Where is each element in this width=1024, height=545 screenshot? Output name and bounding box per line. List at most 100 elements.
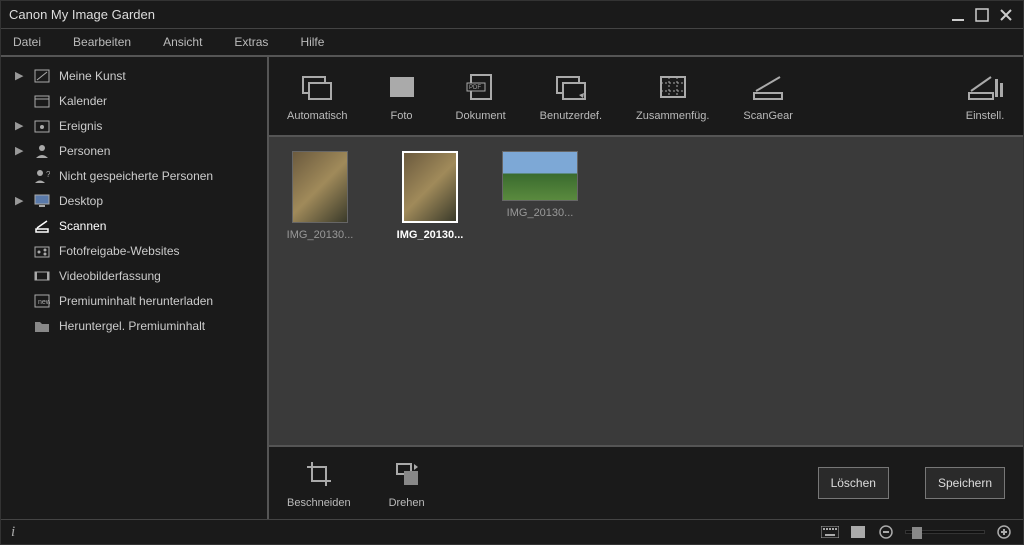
expand-arrow-icon: ▶ — [15, 119, 25, 132]
statusbar: i — [1, 519, 1023, 544]
sidebar-item-label: Videobilderfassung — [59, 269, 261, 283]
crop-button[interactable]: Beschneiden — [287, 457, 351, 509]
sidebar-item-label: Heruntergel. Premiuminhalt — [59, 319, 261, 333]
sidebar-item-person[interactable]: ▶ Personen — [1, 138, 267, 163]
menu-extras[interactable]: Extras — [230, 31, 272, 53]
thumbnail[interactable]: IMG_20130... — [279, 151, 361, 241]
folder-icon — [33, 318, 51, 334]
close-icon[interactable] — [997, 8, 1015, 22]
sidebar-item-download[interactable]: new Premiuminhalt herunterladen — [1, 288, 267, 313]
delete-button[interactable]: Löschen — [818, 467, 889, 499]
zoom-in-icon[interactable] — [995, 525, 1013, 539]
desktop-icon — [33, 193, 51, 209]
menubar: Datei Bearbeiten Ansicht Extras Hilfe — [1, 29, 1023, 57]
expand-arrow-icon: ▶ — [15, 194, 25, 207]
sidebar-item-video[interactable]: Videobilderfassung — [1, 263, 267, 288]
expand-arrow-icon: ▶ — [15, 69, 25, 82]
video-icon — [33, 268, 51, 284]
download-icon: new — [33, 293, 51, 309]
auto-icon — [297, 70, 337, 104]
crop-label: Beschneiden — [287, 497, 351, 509]
thumbnail-label: IMG_20130... — [507, 207, 574, 219]
tb-label: Automatisch — [287, 110, 348, 122]
menu-hilfe[interactable]: Hilfe — [296, 31, 328, 53]
auto-button[interactable]: Automatisch — [287, 70, 348, 122]
scangear-button[interactable]: ScanGear — [743, 70, 793, 122]
menu-ansicht[interactable]: Ansicht — [159, 31, 206, 53]
tb-label: ScanGear — [743, 110, 793, 122]
custom-button[interactable]: Benutzerdef. — [540, 70, 602, 122]
rotate-button[interactable]: Drehen — [387, 457, 427, 509]
maximize-icon[interactable] — [973, 8, 991, 22]
sidebar: ▶ Meine Kunst Kalender ▶ Ereignis ▶ Personen? N… — [1, 57, 269, 519]
sidebar-item-person-unknown[interactable]: ? Nicht gespeicherte Personen — [1, 163, 267, 188]
pdf-icon: PDF — [461, 70, 501, 104]
sidebar-item-label: Kalender — [59, 94, 261, 108]
svg-text:new: new — [38, 299, 50, 306]
rotate-icon — [387, 457, 427, 491]
pdf-button[interactable]: PDF Dokument — [456, 70, 506, 122]
photo-button[interactable]: Foto — [382, 70, 422, 122]
sidebar-item-label: Meine Kunst — [59, 69, 261, 83]
sidebar-item-label: Desktop — [59, 194, 261, 208]
thumbnail[interactable]: IMG_20130... — [499, 151, 581, 219]
sidebar-item-label: Scannen — [59, 219, 261, 233]
toolbar-top: Automatisch Foto PDF Dokument Benutzerdef. Zu… — [269, 57, 1023, 137]
scanner-icon — [33, 218, 51, 234]
sidebar-item-label: Personen — [59, 144, 261, 158]
stitch-icon — [653, 70, 693, 104]
menu-datei[interactable]: Datei — [9, 31, 45, 53]
sidebar-item-label: Ereignis — [59, 119, 261, 133]
svg-text:?: ? — [46, 170, 50, 179]
sidebar-item-scanner[interactable]: Scannen — [1, 213, 267, 238]
svg-text:PDF: PDF — [469, 85, 481, 91]
thumbnail-label: IMG_20130... — [287, 229, 354, 241]
settings-icon — [965, 70, 1005, 104]
expand-arrow-icon: ▶ — [15, 144, 25, 157]
zoom-out-icon[interactable] — [877, 525, 895, 539]
settings-button[interactable]: Einstell. — [965, 70, 1005, 122]
scangear-icon — [748, 70, 788, 104]
thumbnail-image — [402, 151, 458, 223]
info-icon[interactable]: i — [11, 524, 15, 541]
rotate-label: Drehen — [389, 497, 425, 509]
tb-label: Foto — [391, 110, 413, 122]
thumbnail-label: IMG_20130... — [397, 229, 464, 241]
save-button[interactable]: Speichern — [925, 467, 1005, 499]
sidebar-item-event[interactable]: ▶ Ereignis — [1, 113, 267, 138]
tb-label: Dokument — [456, 110, 506, 122]
content: Automatisch Foto PDF Dokument Benutzerdef. Zu… — [269, 57, 1023, 519]
custom-icon — [551, 70, 591, 104]
tb-label: Zusammenfüg. — [636, 110, 709, 122]
minimize-icon[interactable] — [949, 8, 967, 22]
tb-label: Benutzerdef. — [540, 110, 602, 122]
toolbar-bottom: Beschneiden Drehen Löschen Speichern — [269, 445, 1023, 519]
sidebar-item-calendar[interactable]: Kalender — [1, 88, 267, 113]
calendar-icon — [33, 93, 51, 109]
sidebar-item-desktop[interactable]: ▶ Desktop — [1, 188, 267, 213]
zoom-slider[interactable] — [905, 530, 985, 534]
keyboard-icon[interactable] — [821, 525, 839, 539]
sidebar-item-share[interactable]: Fotofreigabe-Websites — [1, 238, 267, 263]
sidebar-item-label: Fotofreigabe-Websites — [59, 244, 261, 258]
window-title: Canon My Image Garden — [9, 7, 943, 22]
thumbnail-image — [502, 151, 578, 201]
titlebar: Canon My Image Garden — [1, 1, 1023, 29]
palette-icon — [33, 68, 51, 84]
menu-bearbeiten[interactable]: Bearbeiten — [69, 31, 135, 53]
stitch-button[interactable]: Zusammenfüg. — [636, 70, 709, 122]
sidebar-item-palette[interactable]: ▶ Meine Kunst — [1, 63, 267, 88]
photo-icon — [382, 70, 422, 104]
thumbnail[interactable]: IMG_20130... — [389, 151, 471, 241]
person-unknown-icon: ? — [33, 168, 51, 184]
sidebar-item-label: Nicht gespeicherte Personen — [59, 169, 261, 183]
sidebar-item-label: Premiuminhalt herunterladen — [59, 294, 261, 308]
thumbnail-image — [292, 151, 348, 223]
sidebar-item-folder[interactable]: Heruntergel. Premiuminhalt — [1, 313, 267, 338]
thumbnail-area[interactable]: IMG_20130... IMG_20130... IMG_20130... — [269, 137, 1023, 445]
crop-icon — [299, 457, 339, 491]
tb-label: Einstell. — [966, 110, 1005, 122]
event-icon — [33, 118, 51, 134]
grid-icon[interactable] — [849, 525, 867, 539]
person-icon — [33, 143, 51, 159]
